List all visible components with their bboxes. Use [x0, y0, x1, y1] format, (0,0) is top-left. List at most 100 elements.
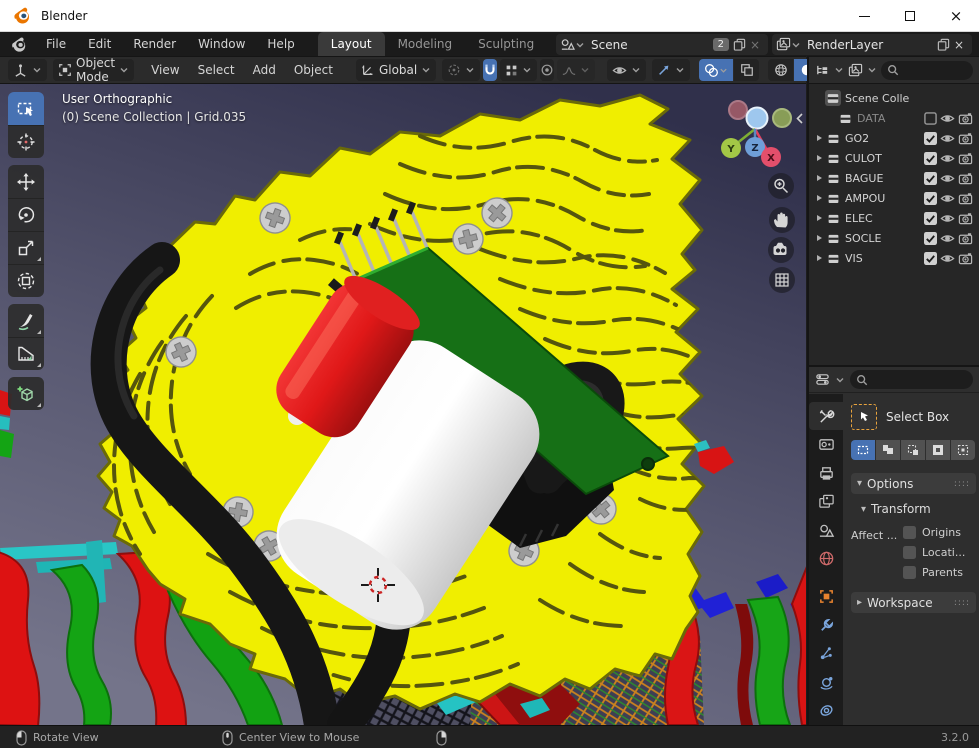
camera-view-button[interactable] [768, 237, 794, 263]
visibility-selector[interactable] [607, 59, 646, 81]
tool-rotate[interactable] [8, 198, 44, 231]
collection-name[interactable]: BAGUE [845, 172, 924, 185]
properties-search-input[interactable] [872, 372, 967, 387]
outliner-row-data[interactable]: DATA [809, 108, 979, 128]
view-layer-selector[interactable]: RenderLayer × [772, 34, 972, 55]
tab-particles[interactable] [809, 640, 843, 668]
minimize-button[interactable] [841, 0, 887, 32]
tab-constraints[interactable] [809, 697, 843, 725]
disable-render-camera-icon[interactable] [958, 231, 973, 246]
overlays-toggle[interactable] [699, 59, 733, 81]
editor-type-selector[interactable] [8, 59, 47, 81]
affect-origins-option[interactable]: Origins [903, 526, 965, 539]
orthographic-toggle-button[interactable] [769, 267, 795, 293]
outliner-row-scene-collection[interactable]: Scene Colle [809, 88, 979, 108]
tool-add-cube[interactable] [8, 377, 44, 410]
tool-select-box[interactable] [8, 92, 44, 125]
transform-subpanel-header[interactable]: ▾ Transform [861, 502, 976, 516]
snap-toggle[interactable] [483, 59, 497, 81]
outliner-display-mode-icon[interactable] [848, 63, 863, 78]
remove-view-layer-icon[interactable]: × [950, 38, 968, 52]
xray-toggle[interactable] [734, 59, 759, 81]
disable-render-camera-icon[interactable] [958, 151, 973, 166]
menu-render[interactable]: Render [122, 32, 187, 56]
axis-ball-positive-z[interactable] [747, 108, 768, 129]
expand-arrow-icon[interactable] [813, 194, 825, 202]
outliner-row-go2[interactable]: GO2 [809, 128, 979, 148]
tool-move[interactable] [8, 165, 44, 198]
outliner-row-vis[interactable]: VIS [809, 248, 979, 268]
tool-annotate[interactable] [8, 304, 44, 337]
close-button[interactable]: × [933, 0, 979, 32]
scene-users-badge[interactable]: 2 [713, 38, 729, 51]
select-mode-invert[interactable] [926, 440, 950, 460]
tab-view-layer[interactable] [809, 487, 843, 515]
collection-name[interactable]: DATA [857, 112, 924, 125]
menu-object[interactable]: Object [285, 63, 342, 77]
affect-locations-option[interactable]: Locati... [903, 546, 965, 559]
exclude-checkbox-on[interactable] [924, 232, 937, 245]
hide-eye-icon[interactable] [940, 211, 955, 226]
hide-eye-icon[interactable] [940, 131, 955, 146]
tab-physics[interactable] [809, 668, 843, 696]
exclude-checkbox-on[interactable] [924, 212, 937, 225]
expand-arrow-icon[interactable] [813, 234, 825, 242]
3d-viewport[interactable]: Y Z X [0, 84, 806, 725]
unlink-scene-icon[interactable]: × [746, 38, 764, 52]
outliner-row-socle[interactable]: SOCLE [809, 228, 979, 248]
collection-name[interactable]: ELEC [845, 212, 924, 225]
select-mode-subtract[interactable] [901, 440, 925, 460]
tool-transform[interactable] [8, 264, 44, 297]
menu-window[interactable]: Window [187, 32, 256, 56]
expand-arrow-icon[interactable] [813, 174, 825, 182]
tab-output[interactable] [809, 459, 843, 487]
outliner-row-culot[interactable]: CULOT [809, 148, 979, 168]
new-scene-icon[interactable] [733, 38, 746, 51]
proportional-falloff-selector[interactable] [557, 59, 595, 81]
tab-layout[interactable]: Layout [318, 32, 385, 56]
panel-grip-icon[interactable]: :::: [954, 479, 970, 489]
pivot-point-selector[interactable] [442, 59, 480, 81]
expand-arrow-icon[interactable] [813, 134, 825, 142]
exclude-checkbox-on[interactable] [924, 172, 937, 185]
hide-eye-icon[interactable] [940, 171, 955, 186]
axis-ball-negative-x[interactable] [729, 101, 747, 119]
outliner-search-input[interactable] [903, 63, 967, 78]
blender-menu-logo-icon[interactable] [10, 36, 27, 53]
outliner-row-ampoule[interactable]: AMPOU [809, 188, 979, 208]
tool-scale[interactable] [8, 231, 44, 264]
outliner-row-elec[interactable]: ELEC [809, 208, 979, 228]
tab-modifiers[interactable] [809, 611, 843, 639]
hide-eye-icon[interactable] [940, 231, 955, 246]
exclude-checkbox-on[interactable] [924, 252, 937, 265]
expand-arrow-icon[interactable] [813, 154, 825, 162]
menu-help[interactable]: Help [256, 32, 305, 56]
active-tool-icon[interactable] [851, 404, 877, 430]
hide-eye-icon[interactable] [940, 151, 955, 166]
zoom-button[interactable] [768, 173, 794, 199]
snap-settings[interactable] [500, 59, 537, 81]
workspace-panel-header[interactable]: ▸ Workspace :::: [851, 592, 976, 613]
collection-name[interactable]: SOCLE [845, 232, 924, 245]
select-mode-set[interactable] [851, 440, 875, 460]
proportional-editing-toggle[interactable] [540, 59, 554, 81]
hide-eye-icon[interactable] [940, 191, 955, 206]
tab-render[interactable] [809, 430, 843, 458]
maximize-button[interactable] [887, 0, 933, 32]
tab-world[interactable] [809, 544, 843, 572]
collection-name[interactable]: GO2 [845, 132, 924, 145]
checkbox[interactable] [903, 526, 916, 539]
properties-search[interactable] [850, 370, 973, 389]
outliner-search[interactable] [881, 61, 973, 80]
select-mode-intersect[interactable] [951, 440, 975, 460]
collection-name[interactable]: Scene Colle [845, 92, 973, 105]
axis-ball-negative-y[interactable] [773, 109, 791, 127]
hide-eye-icon[interactable] [940, 111, 955, 126]
disable-render-camera-icon[interactable] [958, 251, 973, 266]
new-view-layer-icon[interactable] [937, 38, 950, 51]
affect-parents-option[interactable]: Parents [903, 566, 965, 579]
transform-orientation-selector[interactable]: Global [356, 59, 436, 81]
outliner-row-bague[interactable]: BAGUE [809, 168, 979, 188]
exclude-checkbox-on[interactable] [924, 152, 937, 165]
tab-scene[interactable] [809, 516, 843, 544]
